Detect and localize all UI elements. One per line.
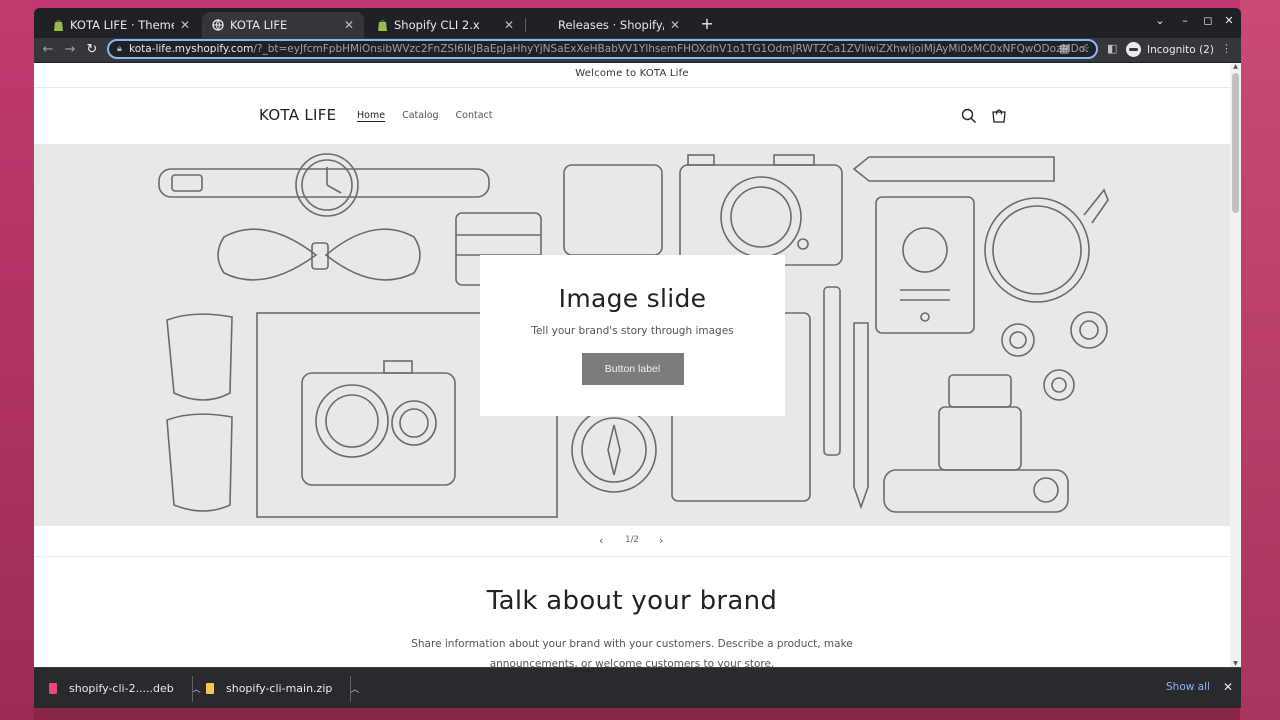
- reload-icon[interactable]: ↻: [83, 41, 101, 59]
- chevron-up-icon[interactable]: ︿: [350, 682, 359, 695]
- tab-title: Releases · Shopify/shopif: [558, 18, 664, 32]
- slider-controls: ‹ 1/2 ›: [34, 526, 1230, 557]
- incognito-icon: [1126, 42, 1141, 57]
- pencil-illustration: [852, 156, 1055, 182]
- shopify-bag-icon: [52, 19, 64, 31]
- tab-releases[interactable]: Releases · Shopify/shopif ✕: [530, 12, 690, 38]
- hero-slideshow: Image slide Tell your brand's story thro…: [34, 145, 1230, 526]
- url-host: kota-life.myshopify.com: [128, 43, 254, 55]
- next-slide-icon[interactable]: ›: [659, 534, 663, 547]
- profile-label: Incognito (2): [1147, 43, 1214, 56]
- close-download-shelf-icon[interactable]: ✕: [1223, 680, 1233, 694]
- nav-catalog[interactable]: Catalog: [402, 110, 438, 121]
- tab-search-icon[interactable]: ⌄: [1150, 14, 1170, 27]
- site-header: KOTA LIFE Home Catalog Contact: [34, 88, 1230, 145]
- slide-title: Image slide: [558, 284, 707, 313]
- download-filename: shopify-cli-2.....deb: [69, 682, 174, 695]
- side-panel-icon[interactable]: ◧: [1107, 42, 1117, 55]
- close-tab-icon[interactable]: ✕: [180, 18, 190, 32]
- download-item-deb[interactable]: shopify-cli-2.....deb ︿: [49, 668, 201, 708]
- previous-slide-icon[interactable]: ‹: [599, 534, 603, 547]
- brand-heading: Talk about your brand: [486, 586, 778, 616]
- tab-kota-life[interactable]: KOTA LIFE ✕: [202, 12, 364, 38]
- desktop-background-left: [0, 0, 34, 720]
- slide-content-box: Image slide Tell your brand's story thro…: [480, 255, 785, 416]
- zip-file-icon: [206, 683, 214, 694]
- qr-code-icon[interactable]: ▦: [1059, 42, 1069, 55]
- download-filename: shopify-cli-main.zip: [226, 682, 333, 695]
- tab-title: KOTA LIFE: [230, 18, 288, 32]
- download-shelf: shopify-cli-2.....deb ︿ shopify-cli-main…: [34, 667, 1241, 708]
- lock-icon: 🔒︎: [117, 44, 122, 54]
- nav-home[interactable]: Home: [357, 110, 385, 121]
- camera-illustration: [679, 154, 843, 266]
- forward-arrow-icon[interactable]: →: [61, 41, 79, 59]
- watch-illustration: [158, 153, 490, 217]
- address-bar[interactable]: 🔒︎ kota-life.myshopify.com /?_bt=eyJfcmF…: [107, 39, 1098, 59]
- maximize-icon[interactable]: ◻: [1198, 14, 1218, 27]
- browser-toolbar: ← → ↻ 🔒︎ kota-life.myshopify.com /?_bt=e…: [34, 38, 1241, 62]
- film-canister-illustration: [563, 164, 663, 256]
- close-window-icon[interactable]: ✕: [1219, 14, 1239, 27]
- cart-icon[interactable]: [991, 108, 1007, 124]
- more-menu-icon[interactable]: ⋮: [1221, 42, 1232, 55]
- brand-section: Talk about your brand Share information …: [34, 586, 1230, 667]
- page-scrollbar[interactable]: ▲ ▼: [1230, 63, 1241, 667]
- minimize-icon[interactable]: –: [1175, 14, 1195, 27]
- tab-kota-life-themes[interactable]: KOTA LIFE · Themes · Shop ✕: [42, 12, 200, 38]
- deb-file-icon: [49, 683, 57, 694]
- show-all-downloads-link[interactable]: Show all: [1166, 681, 1210, 693]
- chevron-up-icon[interactable]: ︿: [192, 682, 201, 695]
- shopify-bag-icon: [376, 19, 388, 31]
- download-separator: [192, 676, 193, 702]
- slide-counter: 1/2: [625, 535, 639, 545]
- bookmark-star-icon[interactable]: ☆: [1080, 42, 1090, 55]
- download-separator: [350, 676, 351, 702]
- tab-title: Shopify CLI 2.x: [394, 18, 480, 32]
- pen-illustration: [823, 286, 841, 456]
- new-tab-button[interactable]: +: [696, 14, 718, 33]
- close-tab-icon[interactable]: ✕: [344, 18, 354, 32]
- passport-illustration: [875, 196, 975, 334]
- download-item-zip[interactable]: shopify-cli-main.zip ︿: [206, 668, 359, 708]
- pencil-vertical-illustration: [853, 322, 869, 510]
- globe-icon: [212, 19, 224, 31]
- tab-title: KOTA LIFE · Themes · Shop: [70, 18, 174, 32]
- vintage-camera-illustration: [301, 360, 456, 486]
- incognito-profile-button[interactable]: Incognito (2): [1126, 40, 1214, 59]
- browser-window: KOTA LIFE · Themes · Shop ✕ KOTA LIFE ✕ …: [34, 8, 1241, 708]
- back-arrow-icon[interactable]: ←: [39, 41, 57, 59]
- tab-separator: [525, 18, 526, 32]
- url-path: /?_bt=eyJfcmFpbHMiOnsibWVzc2FnZSI6IkJBaE…: [253, 43, 1088, 55]
- slide-button[interactable]: Button label: [581, 353, 684, 385]
- nav-contact[interactable]: Contact: [456, 110, 493, 121]
- scroll-down-icon[interactable]: ▼: [1230, 660, 1241, 667]
- scrollbar-thumb[interactable]: [1232, 73, 1239, 213]
- desktop-background-right: [1240, 0, 1280, 720]
- tab-shopify-cli[interactable]: Shopify CLI 2.x ✕: [366, 12, 524, 38]
- slide-subtitle: Tell your brand's story through images: [531, 325, 734, 337]
- store-logo[interactable]: KOTA LIFE: [259, 106, 336, 124]
- close-tab-icon[interactable]: ✕: [504, 18, 514, 32]
- mug-illustration: [984, 188, 1109, 303]
- tab-strip: KOTA LIFE · Themes · Shop ✕ KOTA LIFE ✕ …: [34, 8, 1241, 38]
- close-tab-icon[interactable]: ✕: [670, 18, 680, 32]
- announcement-bar: Welcome to KOTA Life: [34, 63, 1230, 88]
- lens-camera-illustration: [883, 374, 1069, 513]
- brand-text: Share information about your brand with …: [411, 638, 853, 667]
- bowtie-illustration: [217, 228, 421, 281]
- main-nav: Home Catalog Contact: [357, 110, 493, 121]
- search-icon[interactable]: [961, 108, 977, 124]
- scroll-up-icon[interactable]: ▲: [1230, 63, 1241, 70]
- page-viewport: Welcome to KOTA Life KOTA LIFE Home Cata…: [34, 63, 1230, 667]
- sunglasses-illustration: [166, 313, 233, 512]
- compass-illustration: [571, 407, 657, 493]
- github-icon: [540, 19, 552, 31]
